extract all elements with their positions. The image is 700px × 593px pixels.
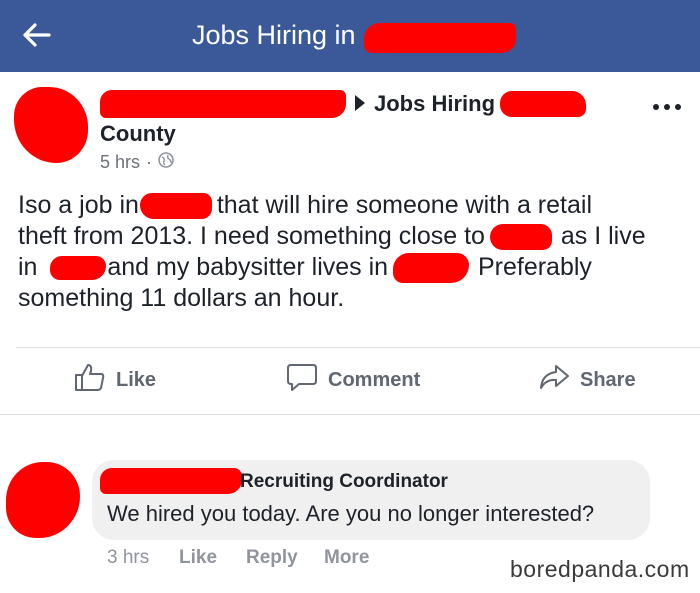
thumbs-up-icon: [74, 362, 106, 398]
post-text-fragment: in: [18, 253, 38, 281]
separator-dot: ·: [146, 152, 153, 172]
post-text-fragment: and my babysitter lives in: [107, 253, 389, 281]
like-label: Like: [116, 368, 157, 391]
redaction-mark: [50, 256, 107, 281]
comment-more-link[interactable]: More: [324, 546, 369, 570]
group-name[interactable]: Jobs Hiring: [374, 90, 495, 118]
comment-icon: [286, 362, 318, 398]
post-text-fragment: Iso a job in: [18, 191, 139, 219]
triangle-right-icon: [355, 95, 365, 111]
redaction-mark: [139, 193, 212, 220]
redaction-mark: [500, 91, 586, 117]
post-meta: 5 hrs ·: [100, 150, 174, 174]
redaction-mark: [489, 224, 552, 251]
post-text-fragment: theft from 2013. I need something close …: [18, 222, 485, 250]
comment-author-title[interactable]: Recruiting Coordinator: [240, 470, 448, 494]
post-actions: Like Comment Share: [0, 357, 700, 403]
comment-author-redacted[interactable]: [100, 468, 242, 494]
comment-button[interactable]: Comment: [286, 362, 421, 398]
post-text-fragment: Preferably: [477, 253, 592, 281]
redaction-mark: [364, 23, 516, 53]
author-name-redacted[interactable]: [100, 90, 346, 118]
like-button[interactable]: Like: [74, 362, 157, 398]
redaction-mark: [393, 253, 470, 284]
avatar[interactable]: [14, 87, 88, 163]
post-text-fragment: something 11 dollars an hour.: [18, 284, 345, 312]
post: Jobs Hiring County 5 hrs · Iso a job in …: [0, 72, 700, 415]
comment-avatar[interactable]: [6, 462, 80, 538]
post-timestamp[interactable]: 5 hrs: [100, 150, 140, 174]
post-text: Iso a job in that will hire someone with…: [18, 190, 688, 314]
share-arrow-icon: [538, 362, 570, 398]
comment-reply-link[interactable]: Reply: [246, 546, 298, 570]
divider: [0, 414, 700, 415]
group-name-line2[interactable]: County: [100, 120, 176, 148]
page-title: Jobs Hiring in: [192, 20, 356, 50]
comment-timestamp[interactable]: 3 hrs: [107, 546, 149, 570]
top-bar: Jobs Hiring in: [0, 0, 700, 72]
back-arrow-icon[interactable]: [20, 18, 54, 52]
divider: [16, 347, 700, 348]
comment-like-link[interactable]: Like: [179, 546, 217, 570]
comment-label: Comment: [328, 368, 421, 391]
comment-text: We hired you today. Are you no longer in…: [107, 501, 595, 526]
watermark: boredpanda.com: [510, 556, 690, 582]
post-text-fragment: as I live: [560, 222, 646, 250]
share-button[interactable]: Share: [538, 365, 636, 395]
share-label: Share: [580, 368, 636, 391]
globe-icon: [158, 150, 174, 174]
post-text-fragment: that will hire someone with a retail: [216, 191, 592, 219]
more-options-icon[interactable]: [653, 102, 683, 112]
